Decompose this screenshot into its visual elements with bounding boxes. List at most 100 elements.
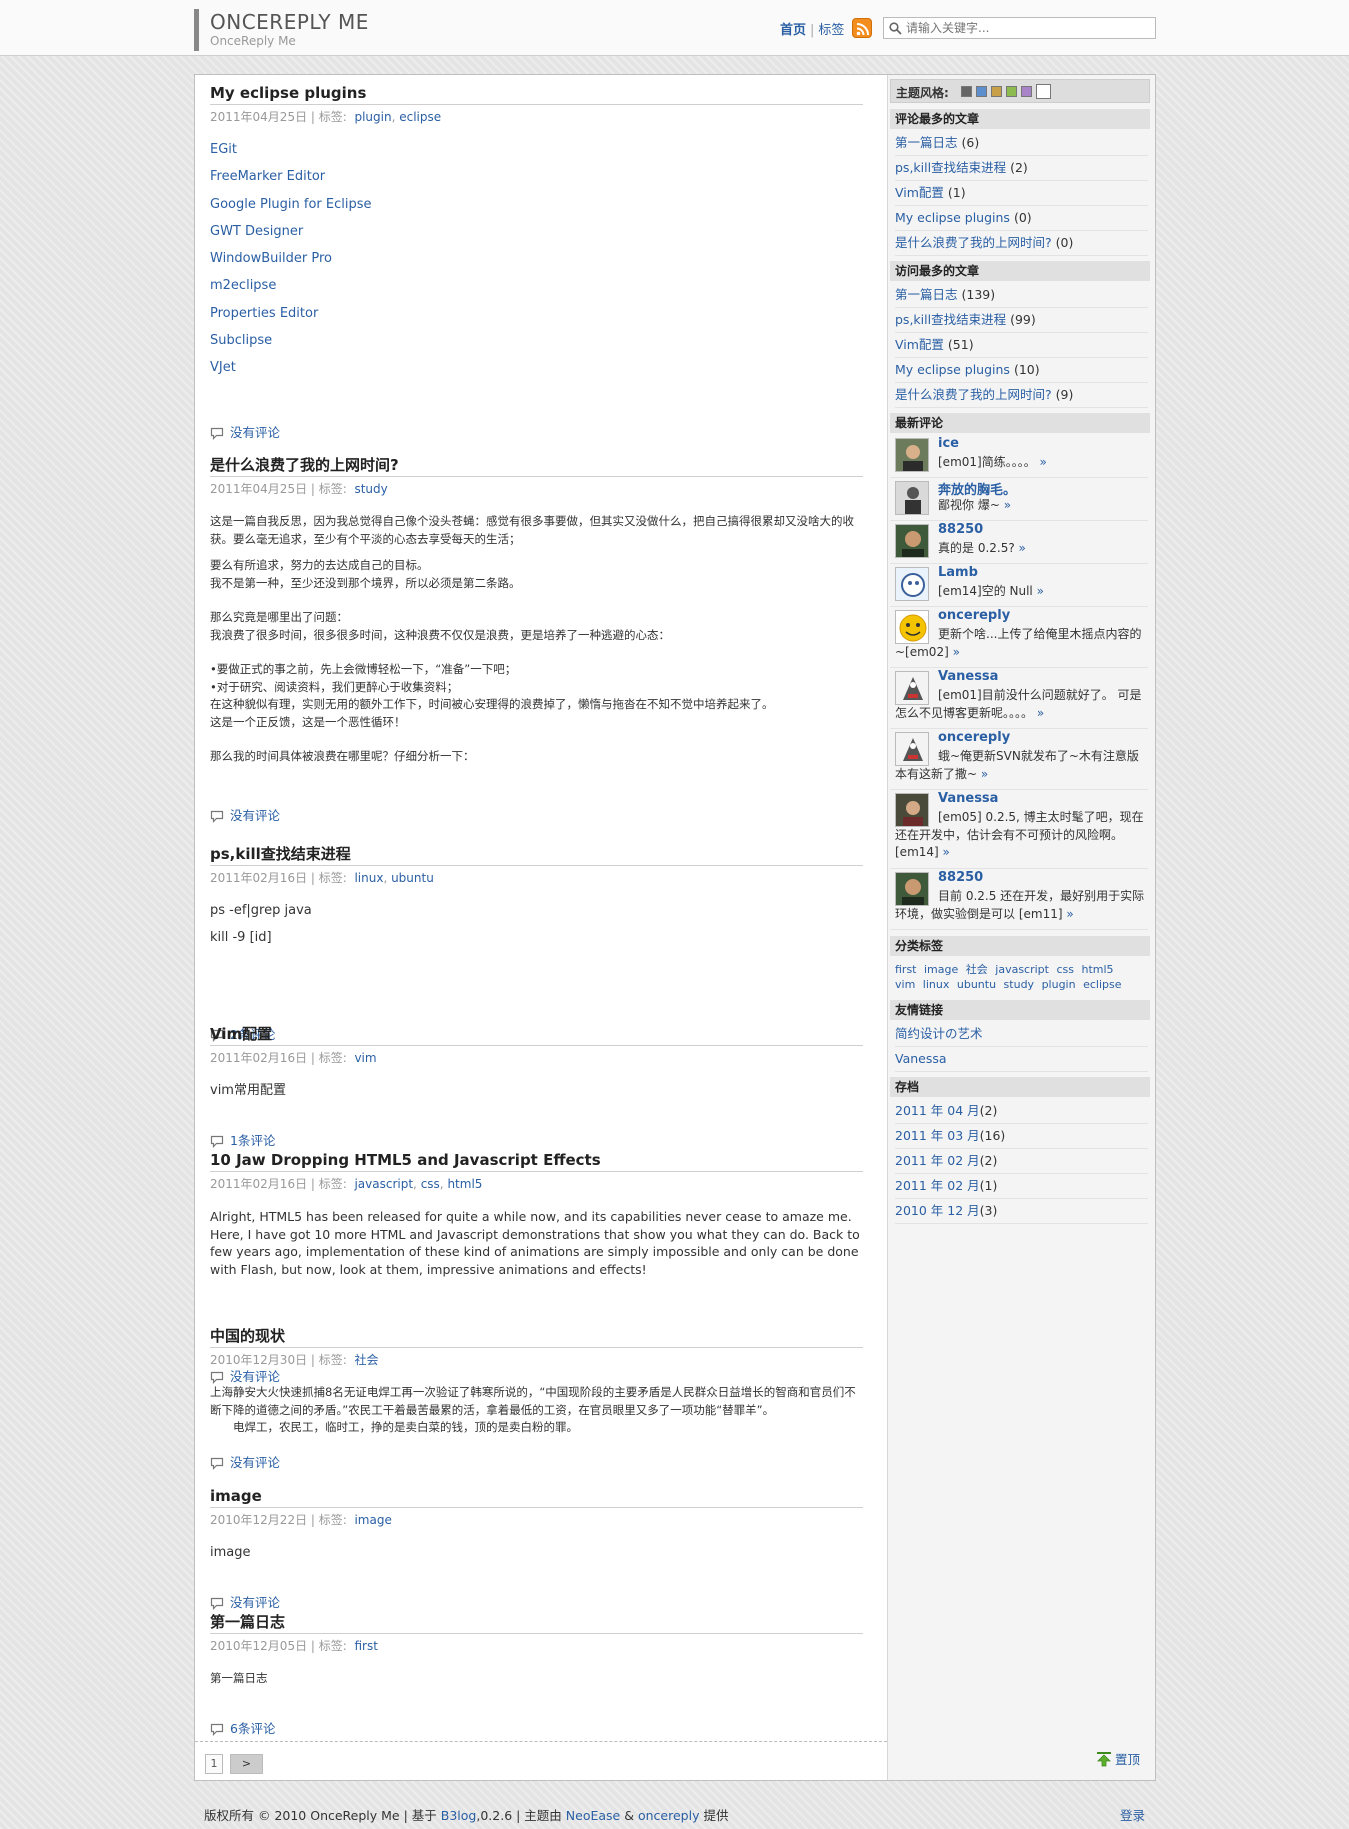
b3log-link[interactable]: B3log bbox=[441, 1808, 477, 1823]
comment-count[interactable]: 1条评论 bbox=[230, 1133, 275, 1148]
friend-link[interactable]: 简约设计の艺术 bbox=[895, 1026, 983, 1041]
post-tag-link[interactable]: linux bbox=[354, 871, 383, 885]
comment-more-link[interactable]: » bbox=[981, 767, 988, 781]
theme-swatch[interactable] bbox=[961, 86, 972, 97]
archive-link[interactable]: 2011 年 04 月 bbox=[895, 1103, 980, 1118]
most-commented-item[interactable]: ps,kill查找结束进程 (2) bbox=[895, 156, 1148, 181]
most-visited-item[interactable]: 是什么浪费了我的上网时间? (9) bbox=[895, 383, 1148, 408]
plugin-link[interactable]: EGit bbox=[210, 141, 863, 168]
commenter-name[interactable]: ice bbox=[938, 436, 959, 451]
tag-link[interactable]: css bbox=[1056, 963, 1074, 976]
login-link[interactable]: 登录 bbox=[1120, 1808, 1145, 1823]
commenter-name[interactable]: oncereply bbox=[938, 608, 1010, 623]
theme-swatch[interactable] bbox=[976, 86, 987, 97]
archive-link[interactable]: 2010 年 12 月 bbox=[895, 1203, 980, 1218]
post-title[interactable]: 第一篇日志 bbox=[210, 1612, 863, 1634]
comment-count[interactable]: 没有评论 bbox=[230, 425, 280, 440]
tag-link[interactable]: image bbox=[924, 963, 958, 976]
post-tag-link[interactable]: html5 bbox=[447, 1177, 482, 1191]
article-link[interactable]: ps,kill查找结束进程 bbox=[895, 312, 1006, 327]
article-link[interactable]: 是什么浪费了我的上网时间? bbox=[895, 387, 1052, 402]
post-title[interactable]: 是什么浪费了我的上网时间? bbox=[210, 455, 863, 477]
post-tag-link[interactable]: javascript bbox=[354, 1177, 413, 1191]
search-input[interactable] bbox=[906, 19, 1151, 37]
tag-link[interactable]: 社会 bbox=[966, 963, 988, 976]
archive-item[interactable]: 2011 年 03 月(16) bbox=[895, 1124, 1148, 1149]
post-title[interactable]: Vim配置 bbox=[210, 1024, 863, 1046]
page-1-button[interactable]: 1 bbox=[205, 1754, 223, 1774]
comment-more-link[interactable]: » bbox=[1066, 907, 1073, 921]
most-commented-item[interactable]: 第一篇日志 (6) bbox=[895, 131, 1148, 156]
plugin-link[interactable]: m2eclipse bbox=[210, 277, 863, 304]
comment-link[interactable]: 1条评论 bbox=[210, 1130, 275, 1149]
article-link[interactable]: ps,kill查找结束进程 bbox=[895, 160, 1006, 175]
archive-link[interactable]: 2011 年 02 月 bbox=[895, 1178, 980, 1193]
commenter-name[interactable]: Lamb bbox=[938, 565, 978, 580]
commenter-name[interactable]: 88250 bbox=[938, 522, 983, 537]
comment-count[interactable]: 6条评论 bbox=[230, 1721, 275, 1736]
commenter-name[interactable]: 88250 bbox=[938, 870, 983, 885]
commenter-name[interactable]: Vanessa bbox=[938, 791, 998, 806]
tag-link[interactable]: html5 bbox=[1081, 963, 1113, 976]
most-commented-item[interactable]: My eclipse plugins (0) bbox=[895, 206, 1148, 231]
post-tag-link[interactable]: first bbox=[354, 1639, 377, 1653]
plugin-link[interactable]: Properties Editor bbox=[210, 305, 863, 332]
commenter-name[interactable]: 奔放的胸毛。 bbox=[938, 479, 1016, 498]
most-visited-item[interactable]: My eclipse plugins (10) bbox=[895, 358, 1148, 383]
tag-link[interactable]: study bbox=[1004, 978, 1035, 991]
site-title[interactable]: ONCEREPLY ME bbox=[210, 10, 369, 34]
back-to-top-label[interactable]: 置顶 bbox=[1115, 1752, 1140, 1767]
post-title[interactable]: 中国的现状 bbox=[210, 1326, 863, 1348]
nav-tags-link[interactable]: 标签 bbox=[818, 23, 844, 38]
post-tag-link[interactable]: ubuntu bbox=[391, 871, 434, 885]
article-link[interactable]: My eclipse plugins bbox=[895, 210, 1010, 225]
commenter-name[interactable]: Vanessa bbox=[938, 669, 998, 684]
friend-link[interactable]: Vanessa bbox=[895, 1051, 947, 1066]
article-link[interactable]: My eclipse plugins bbox=[895, 362, 1010, 377]
neoease-link[interactable]: NeoEase bbox=[566, 1808, 620, 1823]
comment-link[interactable]: 6条评论 bbox=[210, 1718, 275, 1737]
article-link[interactable]: 第一篇日志 bbox=[895, 287, 958, 302]
article-link[interactable]: Vim配置 bbox=[895, 185, 944, 200]
archive-item[interactable]: 2010 年 12 月(3) bbox=[895, 1199, 1148, 1224]
post-tag-link[interactable]: plugin bbox=[354, 110, 391, 124]
friend-link-item[interactable]: Vanessa bbox=[895, 1047, 1148, 1072]
plugin-link[interactable]: FreeMarker Editor bbox=[210, 168, 863, 195]
post-title[interactable]: My eclipse plugins bbox=[210, 83, 863, 105]
comment-more-link[interactable]: » bbox=[1040, 455, 1047, 469]
theme-swatch[interactable] bbox=[991, 86, 1002, 97]
most-visited-item[interactable]: 第一篇日志 (139) bbox=[895, 283, 1148, 308]
plugin-link[interactable]: Google Plugin for Eclipse bbox=[210, 196, 863, 223]
comment-more-link[interactable]: » bbox=[943, 845, 950, 859]
comment-link[interactable]: 没有评论 bbox=[210, 805, 280, 824]
post-tag-link[interactable]: css bbox=[421, 1177, 440, 1191]
tag-link[interactable]: first bbox=[895, 963, 917, 976]
oncereply-link[interactable]: oncereply bbox=[638, 1808, 700, 1823]
archive-link[interactable]: 2011 年 03 月 bbox=[895, 1128, 980, 1143]
next-page-button[interactable]: > bbox=[230, 1754, 263, 1774]
most-visited-item[interactable]: ps,kill查找结束进程 (99) bbox=[895, 308, 1148, 333]
comment-more-link[interactable]: » bbox=[1037, 584, 1044, 598]
comment-link[interactable]: 没有评论 bbox=[210, 1452, 280, 1471]
comment-more-link[interactable]: » bbox=[1019, 541, 1026, 555]
plugin-link[interactable]: WindowBuilder Pro bbox=[210, 250, 863, 277]
theme-swatch[interactable] bbox=[1021, 86, 1032, 97]
post-tag-link[interactable]: study bbox=[354, 482, 387, 496]
comment-link[interactable]: 没有评论 bbox=[210, 422, 280, 441]
most-visited-item[interactable]: Vim配置 (51) bbox=[895, 333, 1148, 358]
article-link[interactable]: 第一篇日志 bbox=[895, 135, 958, 150]
tag-link[interactable]: linux bbox=[923, 978, 950, 991]
commenter-name[interactable]: oncereply bbox=[938, 730, 1010, 745]
tag-link[interactable]: eclipse bbox=[1083, 978, 1121, 991]
most-commented-item[interactable]: Vim配置 (1) bbox=[895, 181, 1148, 206]
rss-icon[interactable] bbox=[852, 18, 872, 38]
article-link[interactable]: Vim配置 bbox=[895, 337, 944, 352]
archive-item[interactable]: 2011 年 02 月(1) bbox=[895, 1174, 1148, 1199]
post-title[interactable]: ps,kill查找结束进程 bbox=[210, 844, 863, 866]
tag-link[interactable]: vim bbox=[895, 978, 915, 991]
post-title[interactable]: 10 Jaw Dropping HTML5 and Javascript Eff… bbox=[210, 1150, 863, 1172]
archive-item[interactable]: 2011 年 02 月(2) bbox=[895, 1149, 1148, 1174]
comment-count[interactable]: 没有评论 bbox=[230, 1455, 280, 1470]
most-commented-item[interactable]: 是什么浪费了我的上网时间? (0) bbox=[895, 231, 1148, 256]
comment-link[interactable]: 没有评论 bbox=[210, 1592, 280, 1611]
